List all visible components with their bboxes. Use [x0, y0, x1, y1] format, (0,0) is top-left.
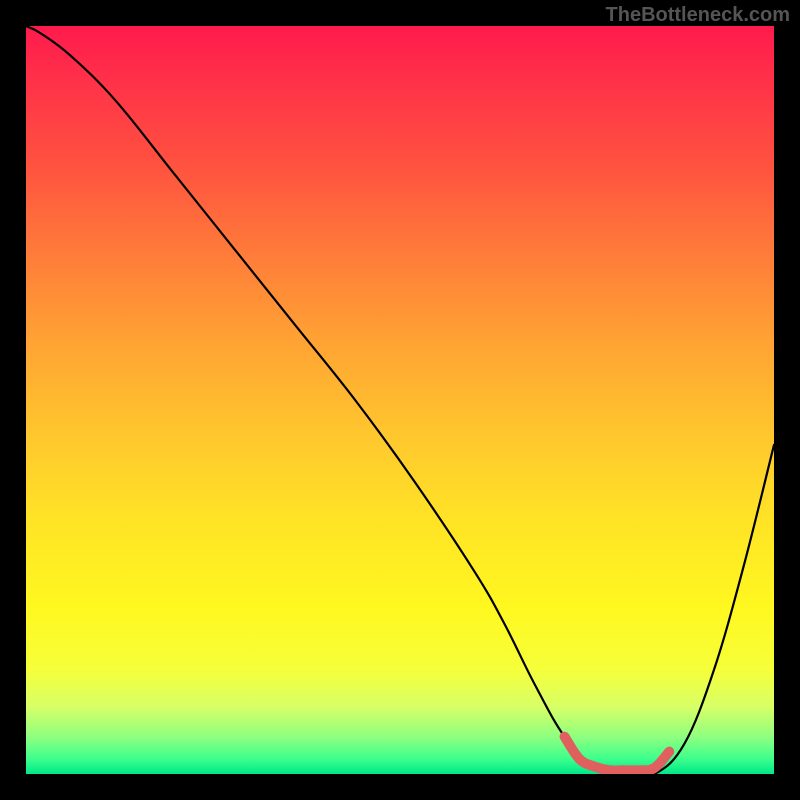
chart-svg [26, 26, 774, 774]
watermark-text: TheBottleneck.com [606, 4, 790, 27]
highlight-segment-path [565, 737, 670, 771]
bottleneck-curve-path [26, 26, 774, 774]
plot-area [26, 26, 774, 774]
